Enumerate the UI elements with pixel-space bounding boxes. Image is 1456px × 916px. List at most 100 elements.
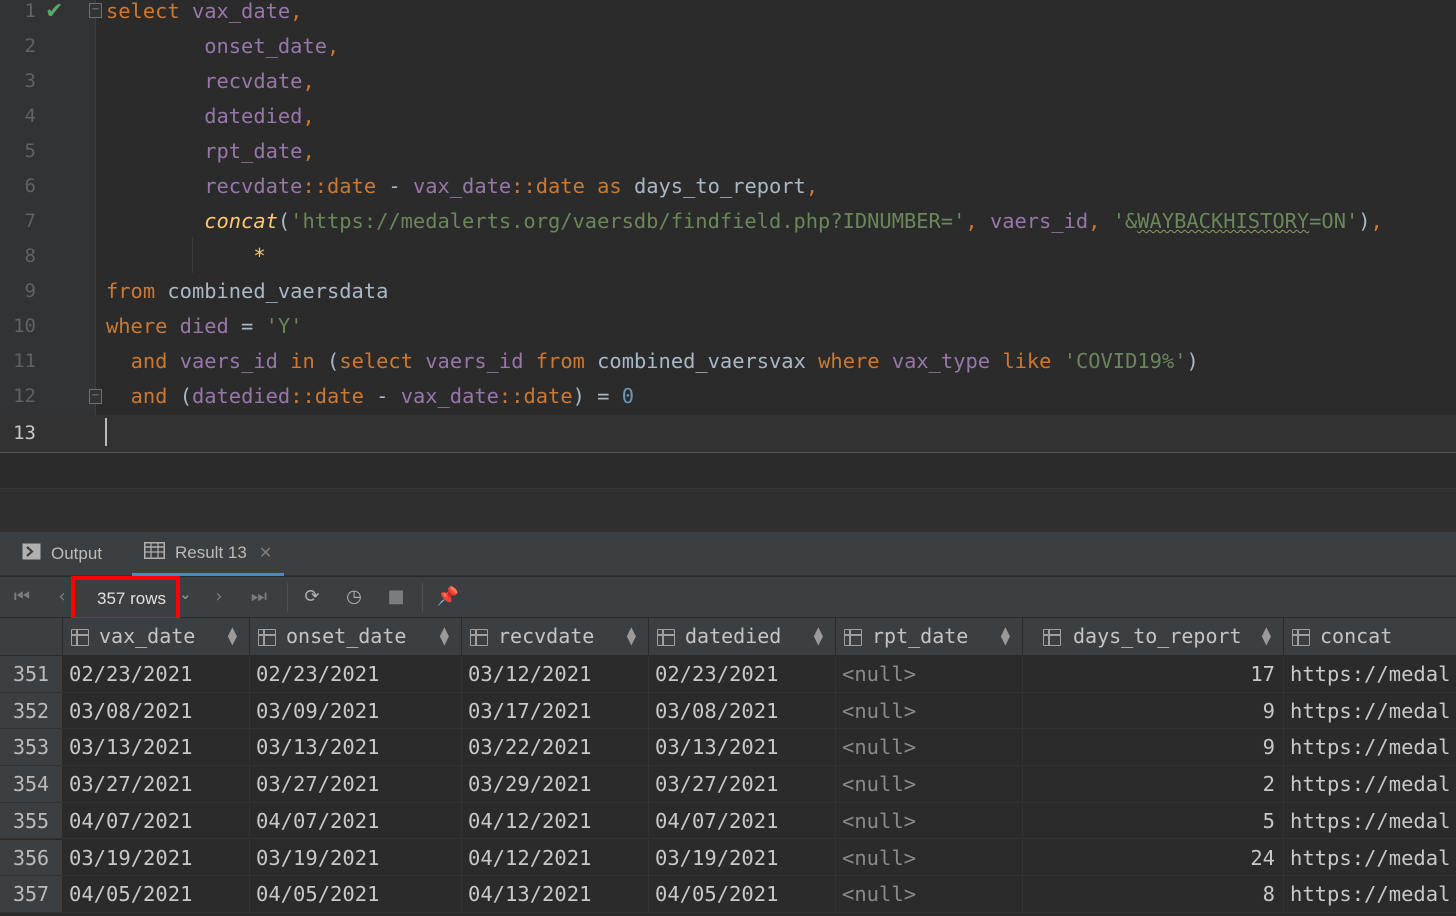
code-line-10[interactable]: 10 where died = 'Y' bbox=[0, 315, 1456, 350]
cell-rpt-date[interactable]: <null> bbox=[836, 692, 1023, 729]
cell-vax-date[interactable]: 04/07/2021 bbox=[63, 802, 250, 839]
cell-recvdate[interactable]: 04/13/2021 bbox=[462, 876, 649, 912]
close-icon[interactable]: ✕ bbox=[259, 543, 272, 563]
cell-datedied[interactable]: 03/27/2021 bbox=[649, 766, 836, 802]
result-grid[interactable]: vax_date ▲ ▼ onset_date ▲ ▼ recvdate ▲ ▼ da… bbox=[0, 618, 1456, 916]
row-number[interactable]: 351 bbox=[0, 656, 63, 692]
cell-concat[interactable]: https://medal bbox=[1284, 656, 1456, 692]
table-row[interactable]: 357 04/05/2021 04/05/2021 04/13/2021 04/05/2… bbox=[0, 876, 1456, 913]
tab-result-13[interactable]: Result 13 ✕ bbox=[132, 532, 285, 576]
row-number[interactable]: 356 bbox=[0, 839, 63, 876]
cell-recvdate[interactable]: 03/17/2021 bbox=[462, 692, 649, 729]
sort-icon[interactable]: ▲ ▼ bbox=[814, 625, 823, 646]
column-header-recvdate[interactable]: recvdate ▲ ▼ bbox=[462, 618, 649, 656]
table-row[interactable]: 356 03/19/2021 03/19/2021 04/12/2021 03/19/2… bbox=[0, 839, 1456, 877]
pin-icon[interactable]: 📌 bbox=[436, 585, 460, 609]
cell-vax-date[interactable]: 03/19/2021 bbox=[63, 839, 250, 876]
cell-recvdate[interactable]: 04/12/2021 bbox=[462, 802, 649, 839]
tab-output[interactable]: Output bbox=[22, 532, 102, 576]
cell-concat[interactable]: https://medal bbox=[1284, 693, 1456, 729]
code-line-13[interactable]: 13 bbox=[0, 415, 1456, 452]
cell-vax-date[interactable]: 03/13/2021 bbox=[63, 729, 250, 766]
fold-collapse-icon[interactable]: − bbox=[89, 3, 102, 18]
cell-days-to-report[interactable]: 5 bbox=[1023, 802, 1284, 839]
stop-icon[interactable]: ■ bbox=[384, 585, 408, 609]
cell-datedied[interactable]: 03/19/2021 bbox=[649, 839, 836, 876]
next-page-icon[interactable]: › bbox=[207, 585, 231, 609]
cell-datedied[interactable]: 02/23/2021 bbox=[649, 656, 836, 692]
history-icon[interactable]: ◷ bbox=[342, 585, 366, 609]
cell-vax-date[interactable]: 04/05/2021 bbox=[63, 876, 250, 912]
cell-concat[interactable]: https://medal bbox=[1284, 766, 1456, 802]
cell-days-to-report[interactable]: 9 bbox=[1023, 692, 1284, 729]
table-row[interactable]: 352 03/08/2021 03/09/2021 03/17/2021 03/08/2… bbox=[0, 692, 1456, 730]
column-header-concat[interactable]: concat bbox=[1284, 618, 1456, 656]
cell-datedied[interactable]: 04/07/2021 bbox=[649, 802, 836, 839]
cell-concat[interactable]: https://medal bbox=[1284, 876, 1456, 912]
row-count-selector[interactable]: 357 rows bbox=[71, 576, 180, 621]
cell-vax-date[interactable]: 02/23/2021 bbox=[63, 656, 250, 692]
code-line-6[interactable]: 6 recvdate::date - vax_date::date as day… bbox=[0, 175, 1456, 210]
cell-onset-date[interactable]: 03/27/2021 bbox=[250, 766, 462, 802]
refresh-icon[interactable]: ⟳ bbox=[300, 585, 324, 609]
cell-onset-date[interactable]: 03/13/2021 bbox=[250, 729, 462, 766]
first-page-icon[interactable]: ⏮ bbox=[10, 585, 34, 609]
cell-rpt-date[interactable]: <null> bbox=[836, 766, 1023, 802]
cell-datedied[interactable]: 03/08/2021 bbox=[649, 692, 836, 729]
row-number[interactable]: 352 bbox=[0, 692, 63, 729]
cell-vax-date[interactable]: 03/27/2021 bbox=[63, 766, 250, 802]
column-header-vax-date[interactable]: vax_date ▲ ▼ bbox=[63, 618, 250, 656]
code-line-5[interactable]: 5 rpt_date, bbox=[0, 140, 1456, 175]
column-header-onset-date[interactable]: onset_date ▲ ▼ bbox=[250, 618, 462, 656]
cell-days-to-report[interactable]: 9 bbox=[1023, 729, 1284, 766]
cell-recvdate[interactable]: 04/12/2021 bbox=[462, 839, 649, 876]
code-line-3[interactable]: 3 recvdate, bbox=[0, 70, 1456, 105]
cell-days-to-report[interactable]: 24 bbox=[1023, 839, 1284, 876]
cell-onset-date[interactable]: 03/09/2021 bbox=[250, 692, 462, 729]
cell-vax-date[interactable]: 03/08/2021 bbox=[63, 692, 250, 729]
cell-datedied[interactable]: 03/13/2021 bbox=[649, 729, 836, 766]
row-number[interactable]: 357 bbox=[0, 876, 63, 912]
cell-concat[interactable]: https://medal bbox=[1284, 729, 1456, 765]
cell-concat[interactable]: https://medal bbox=[1284, 803, 1456, 839]
cell-recvdate[interactable]: 03/12/2021 bbox=[462, 656, 649, 692]
cell-rpt-date[interactable]: <null> bbox=[836, 656, 1023, 692]
row-number[interactable]: 353 bbox=[0, 729, 63, 766]
cell-recvdate[interactable]: 03/29/2021 bbox=[462, 766, 649, 802]
column-header-datedied[interactable]: datedied ▲ ▼ bbox=[649, 618, 836, 656]
cell-rpt-date[interactable]: <null> bbox=[836, 729, 1023, 766]
table-row[interactable]: 351 02/23/2021 02/23/2021 03/12/2021 02/23/2… bbox=[0, 656, 1456, 693]
sort-icon[interactable]: ▲ ▼ bbox=[228, 625, 237, 646]
row-number[interactable]: 354 bbox=[0, 766, 63, 802]
row-number[interactable]: 355 bbox=[0, 802, 63, 839]
cell-onset-date[interactable]: 02/23/2021 bbox=[250, 656, 462, 692]
code-line-7[interactable]: 7 concat('https://medalerts.org/vaersdb/… bbox=[0, 210, 1456, 245]
cell-onset-date[interactable]: 04/07/2021 bbox=[250, 802, 462, 839]
cell-concat[interactable]: https://medal bbox=[1284, 840, 1456, 876]
table-row[interactable]: 354 03/27/2021 03/27/2021 03/29/2021 03/27/2… bbox=[0, 766, 1456, 803]
code-line-2[interactable]: 2 onset_date, bbox=[0, 35, 1456, 70]
code-line-9[interactable]: 9 from combined_vaersdata bbox=[0, 280, 1456, 315]
sort-icon[interactable]: ▲ ▼ bbox=[1001, 625, 1010, 646]
cell-days-to-report[interactable]: 2 bbox=[1023, 766, 1284, 802]
cell-rpt-date[interactable]: <null> bbox=[836, 802, 1023, 839]
cell-datedied[interactable]: 04/05/2021 bbox=[649, 876, 836, 912]
cell-recvdate[interactable]: 03/22/2021 bbox=[462, 729, 649, 766]
code-line-1[interactable]: 1 ✔ − select vax_date, bbox=[0, 0, 1456, 35]
sql-editor[interactable]: 1 ✔ − select vax_date, 2 onset_date, 3 r… bbox=[0, 0, 1456, 452]
cell-onset-date[interactable]: 03/19/2021 bbox=[250, 839, 462, 876]
sort-icon[interactable]: ▲ ▼ bbox=[627, 625, 636, 646]
cell-rpt-date[interactable]: <null> bbox=[836, 876, 1023, 912]
code-line-8[interactable]: 8 * bbox=[0, 245, 1456, 280]
code-line-11[interactable]: 11 and vaers_id in (select vaers_id from… bbox=[0, 350, 1456, 385]
column-header-days-to-report[interactable]: days_to_report ▲ ▼ bbox=[1023, 618, 1284, 656]
table-row[interactable]: 355 04/07/2021 04/07/2021 04/12/2021 04/07/2… bbox=[0, 802, 1456, 840]
cell-days-to-report[interactable]: 17 bbox=[1023, 656, 1284, 692]
table-row[interactable]: 353 03/13/2021 03/13/2021 03/22/2021 03/13/2… bbox=[0, 729, 1456, 767]
cell-rpt-date[interactable]: <null> bbox=[836, 839, 1023, 876]
fold-end-icon[interactable]: − bbox=[89, 389, 102, 404]
chevron-down-icon[interactable]: ⌄ bbox=[179, 585, 192, 603]
code-line-4[interactable]: 4 datedied, bbox=[0, 105, 1456, 140]
column-header-rpt-date[interactable]: rpt_date ▲ ▼ bbox=[836, 618, 1023, 656]
sort-icon[interactable]: ▲ ▼ bbox=[440, 625, 449, 646]
